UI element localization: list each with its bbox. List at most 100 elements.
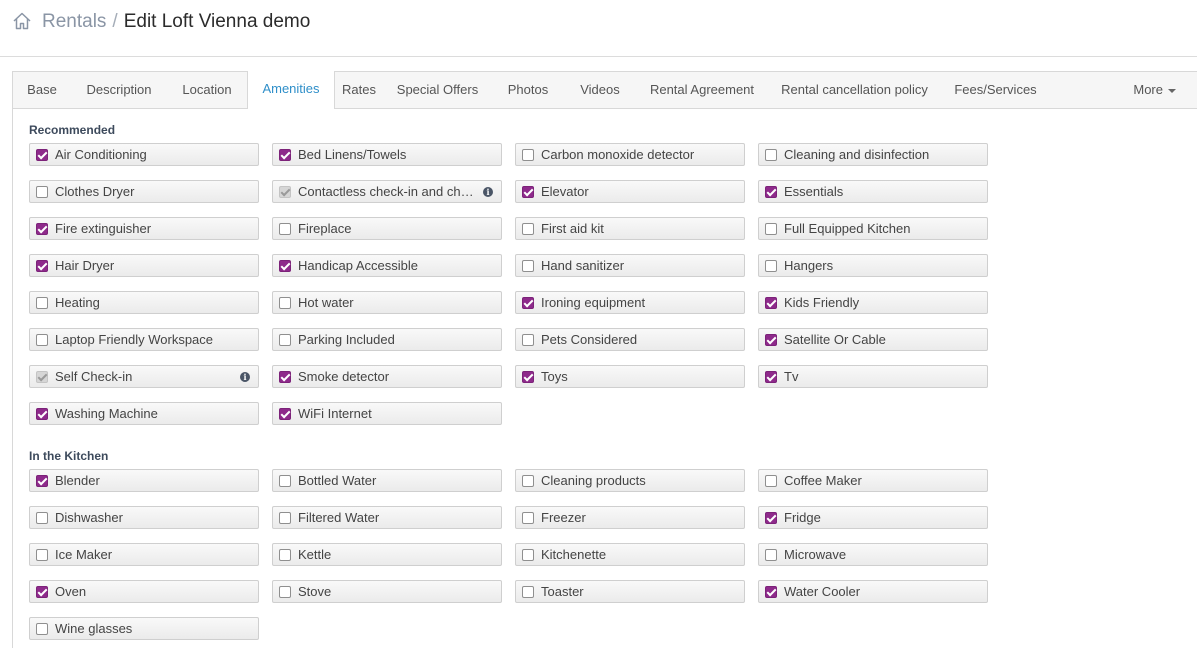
checkbox-unchecked-icon[interactable]: [522, 549, 534, 561]
amenity-checkbox-microwave[interactable]: Microwave: [758, 543, 988, 566]
checkbox-checked-icon[interactable]: [765, 512, 777, 524]
checkbox-unchecked-icon[interactable]: [36, 334, 48, 346]
amenity-checkbox-laptop-friendly-workspace[interactable]: Laptop Friendly Workspace: [29, 328, 259, 351]
amenity-checkbox-ice-maker[interactable]: Ice Maker: [29, 543, 259, 566]
checkbox-checked-icon[interactable]: [36, 223, 48, 235]
amenity-checkbox-toys[interactable]: Toys: [515, 365, 745, 388]
tab-rates[interactable]: Rates: [335, 72, 383, 108]
breadcrumb-rentals-link[interactable]: Rentals: [42, 11, 106, 32]
amenity-checkbox-clothes-dryer[interactable]: Clothes Dryer: [29, 180, 259, 203]
checkbox-unchecked-icon[interactable]: [36, 549, 48, 561]
amenity-checkbox-hangers[interactable]: Hangers: [758, 254, 988, 277]
checkbox-checked-icon[interactable]: [279, 408, 291, 420]
amenity-checkbox-cleaning-and-disinfection[interactable]: Cleaning and disinfection: [758, 143, 988, 166]
amenity-checkbox-carbon-monoxide-detector[interactable]: Carbon monoxide detector: [515, 143, 745, 166]
checkbox-unchecked-icon[interactable]: [522, 260, 534, 272]
checkbox-unchecked-icon[interactable]: [36, 623, 48, 635]
checkbox-checked-icon[interactable]: [36, 408, 48, 420]
amenity-checkbox-kettle[interactable]: Kettle: [272, 543, 502, 566]
checkbox-checked-icon[interactable]: [522, 371, 534, 383]
checkbox-unchecked-icon[interactable]: [765, 260, 777, 272]
amenity-checkbox-wine-glasses[interactable]: Wine glasses: [29, 617, 259, 640]
checkbox-checked-icon[interactable]: [522, 297, 534, 309]
checkbox-unchecked-icon[interactable]: [279, 549, 291, 561]
checkbox-checked-icon[interactable]: [522, 186, 534, 198]
amenity-checkbox-water-cooler[interactable]: Water Cooler: [758, 580, 988, 603]
amenity-checkbox-hand-sanitizer[interactable]: Hand sanitizer: [515, 254, 745, 277]
checkbox-unchecked-icon[interactable]: [522, 334, 534, 346]
checkbox-unchecked-icon[interactable]: [765, 223, 777, 235]
amenity-checkbox-bed-linens-towels[interactable]: Bed Linens/Towels: [272, 143, 502, 166]
checkbox-unchecked-icon[interactable]: [279, 334, 291, 346]
checkbox-unchecked-icon[interactable]: [522, 512, 534, 524]
amenity-checkbox-toaster[interactable]: Toaster: [515, 580, 745, 603]
amenity-checkbox-kitchenette[interactable]: Kitchenette: [515, 543, 745, 566]
amenity-checkbox-dishwasher[interactable]: Dishwasher: [29, 506, 259, 529]
checkbox-unchecked-icon[interactable]: [279, 223, 291, 235]
tab-videos[interactable]: Videos: [564, 72, 636, 108]
tab-fees-services[interactable]: Fees/Services: [941, 72, 1050, 108]
amenity-checkbox-pets-considered[interactable]: Pets Considered: [515, 328, 745, 351]
tab-description[interactable]: Description: [71, 72, 167, 108]
amenity-checkbox-coffee-maker[interactable]: Coffee Maker: [758, 469, 988, 492]
amenity-checkbox-hair-dryer[interactable]: Hair Dryer: [29, 254, 259, 277]
amenity-checkbox-freezer[interactable]: Freezer: [515, 506, 745, 529]
checkbox-unchecked-icon[interactable]: [765, 149, 777, 161]
amenity-checkbox-wifi-internet[interactable]: WiFi Internet: [272, 402, 502, 425]
checkbox-unchecked-icon[interactable]: [522, 475, 534, 487]
tab-base[interactable]: Base: [13, 72, 71, 108]
checkbox-unchecked-icon[interactable]: [765, 549, 777, 561]
amenity-checkbox-ironing-equipment[interactable]: Ironing equipment: [515, 291, 745, 314]
info-icon[interactable]: i: [483, 187, 493, 197]
amenity-checkbox-full-equipped-kitchen[interactable]: Full Equipped Kitchen: [758, 217, 988, 240]
checkbox-checked-icon[interactable]: [765, 586, 777, 598]
amenity-checkbox-hot-water[interactable]: Hot water: [272, 291, 502, 314]
amenity-checkbox-air-conditioning[interactable]: Air Conditioning: [29, 143, 259, 166]
checkbox-checked-icon[interactable]: [765, 297, 777, 309]
amenity-checkbox-fire-extinguisher[interactable]: Fire extinguisher: [29, 217, 259, 240]
checkbox-unchecked-icon[interactable]: [279, 297, 291, 309]
amenity-checkbox-washing-machine[interactable]: Washing Machine: [29, 402, 259, 425]
checkbox-checked-icon[interactable]: [279, 371, 291, 383]
checkbox-checked-icon[interactable]: [765, 371, 777, 383]
amenity-checkbox-fridge[interactable]: Fridge: [758, 506, 988, 529]
amenity-checkbox-parking-included[interactable]: Parking Included: [272, 328, 502, 351]
amenity-checkbox-handicap-accessible[interactable]: Handicap Accessible: [272, 254, 502, 277]
checkbox-checked-icon[interactable]: [279, 260, 291, 272]
checkbox-checked-icon[interactable]: [765, 334, 777, 346]
amenity-checkbox-satellite-or-cable[interactable]: Satellite Or Cable: [758, 328, 988, 351]
checkbox-checked-icon[interactable]: [36, 586, 48, 598]
checkbox-checked-icon[interactable]: [36, 260, 48, 272]
tab-photos[interactable]: Photos: [492, 72, 564, 108]
amenity-checkbox-heating[interactable]: Heating: [29, 291, 259, 314]
tab-special-offers[interactable]: Special Offers: [383, 72, 492, 108]
amenity-checkbox-first-aid-kit[interactable]: First aid kit: [515, 217, 745, 240]
checkbox-unchecked-icon[interactable]: [36, 512, 48, 524]
checkbox-checked-icon[interactable]: [36, 475, 48, 487]
checkbox-unchecked-icon[interactable]: [765, 475, 777, 487]
checkbox-unchecked-icon[interactable]: [36, 297, 48, 309]
amenity-checkbox-essentials[interactable]: Essentials: [758, 180, 988, 203]
tab-amenities[interactable]: Amenities: [247, 71, 335, 109]
amenity-checkbox-elevator[interactable]: Elevator: [515, 180, 745, 203]
checkbox-unchecked-icon[interactable]: [279, 512, 291, 524]
amenity-checkbox-cleaning-products[interactable]: Cleaning products: [515, 469, 745, 492]
checkbox-unchecked-icon[interactable]: [522, 223, 534, 235]
amenity-checkbox-stove[interactable]: Stove: [272, 580, 502, 603]
home-icon[interactable]: [12, 11, 32, 31]
tab-more-dropdown[interactable]: More: [1133, 72, 1176, 108]
amenity-checkbox-bottled-water[interactable]: Bottled Water: [272, 469, 502, 492]
checkbox-checked-icon[interactable]: [36, 149, 48, 161]
amenity-checkbox-tv[interactable]: Tv: [758, 365, 988, 388]
checkbox-checked-icon[interactable]: [279, 149, 291, 161]
tab-rental-agreement[interactable]: Rental Agreement: [636, 72, 768, 108]
amenity-checkbox-kids-friendly[interactable]: Kids Friendly: [758, 291, 988, 314]
checkbox-unchecked-icon[interactable]: [279, 475, 291, 487]
checkbox-checked-icon[interactable]: [765, 186, 777, 198]
amenity-checkbox-oven[interactable]: Oven: [29, 580, 259, 603]
amenity-checkbox-smoke-detector[interactable]: Smoke detector: [272, 365, 502, 388]
checkbox-unchecked-icon[interactable]: [522, 586, 534, 598]
checkbox-unchecked-icon[interactable]: [522, 149, 534, 161]
amenity-checkbox-filtered-water[interactable]: Filtered Water: [272, 506, 502, 529]
amenity-checkbox-blender[interactable]: Blender: [29, 469, 259, 492]
